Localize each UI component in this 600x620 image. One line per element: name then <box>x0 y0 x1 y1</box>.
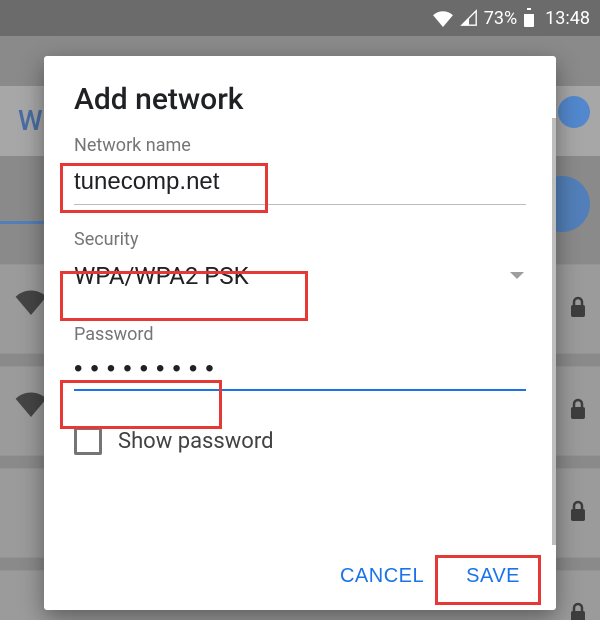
lock-icon <box>568 295 588 323</box>
network-name-label: Network name <box>74 135 526 156</box>
lock-icon <box>568 601 588 620</box>
dialog-title: Add network <box>74 82 526 117</box>
chevron-down-icon <box>508 267 526 286</box>
help-icon <box>558 96 590 128</box>
lock-icon <box>568 499 588 527</box>
wifi-icon <box>14 287 48 319</box>
security-label: Security <box>74 229 526 250</box>
password-input[interactable] <box>74 355 526 383</box>
battery-percent: 73% <box>484 8 517 29</box>
cancel-button[interactable]: CANCEL <box>322 555 442 598</box>
lock-icon <box>568 397 588 425</box>
wifi-icon <box>432 9 454 27</box>
password-label: Password <box>74 324 526 345</box>
save-button[interactable]: SAVE <box>448 555 538 598</box>
security-select[interactable]: WPA/WPA2 PSK <box>74 260 526 296</box>
scrollbar[interactable] <box>552 118 556 545</box>
network-name-input[interactable] <box>74 166 526 198</box>
security-value: WPA/WPA2 PSK <box>74 262 249 290</box>
status-bar: 73% 13:48 <box>0 0 600 36</box>
checkbox-box-icon <box>74 427 102 455</box>
battery-icon <box>523 8 535 28</box>
show-password-label: Show password <box>118 429 273 454</box>
wifi-icon <box>14 389 48 421</box>
add-network-dialog: Add network Network name Security WPA/WP… <box>44 56 556 610</box>
cell-signal-icon <box>460 9 478 27</box>
clock: 13:48 <box>545 8 590 29</box>
dialog-actions: CANCEL SAVE <box>44 545 556 610</box>
bg-title-fragment: W <box>18 104 43 137</box>
show-password-checkbox[interactable]: Show password <box>74 427 526 455</box>
